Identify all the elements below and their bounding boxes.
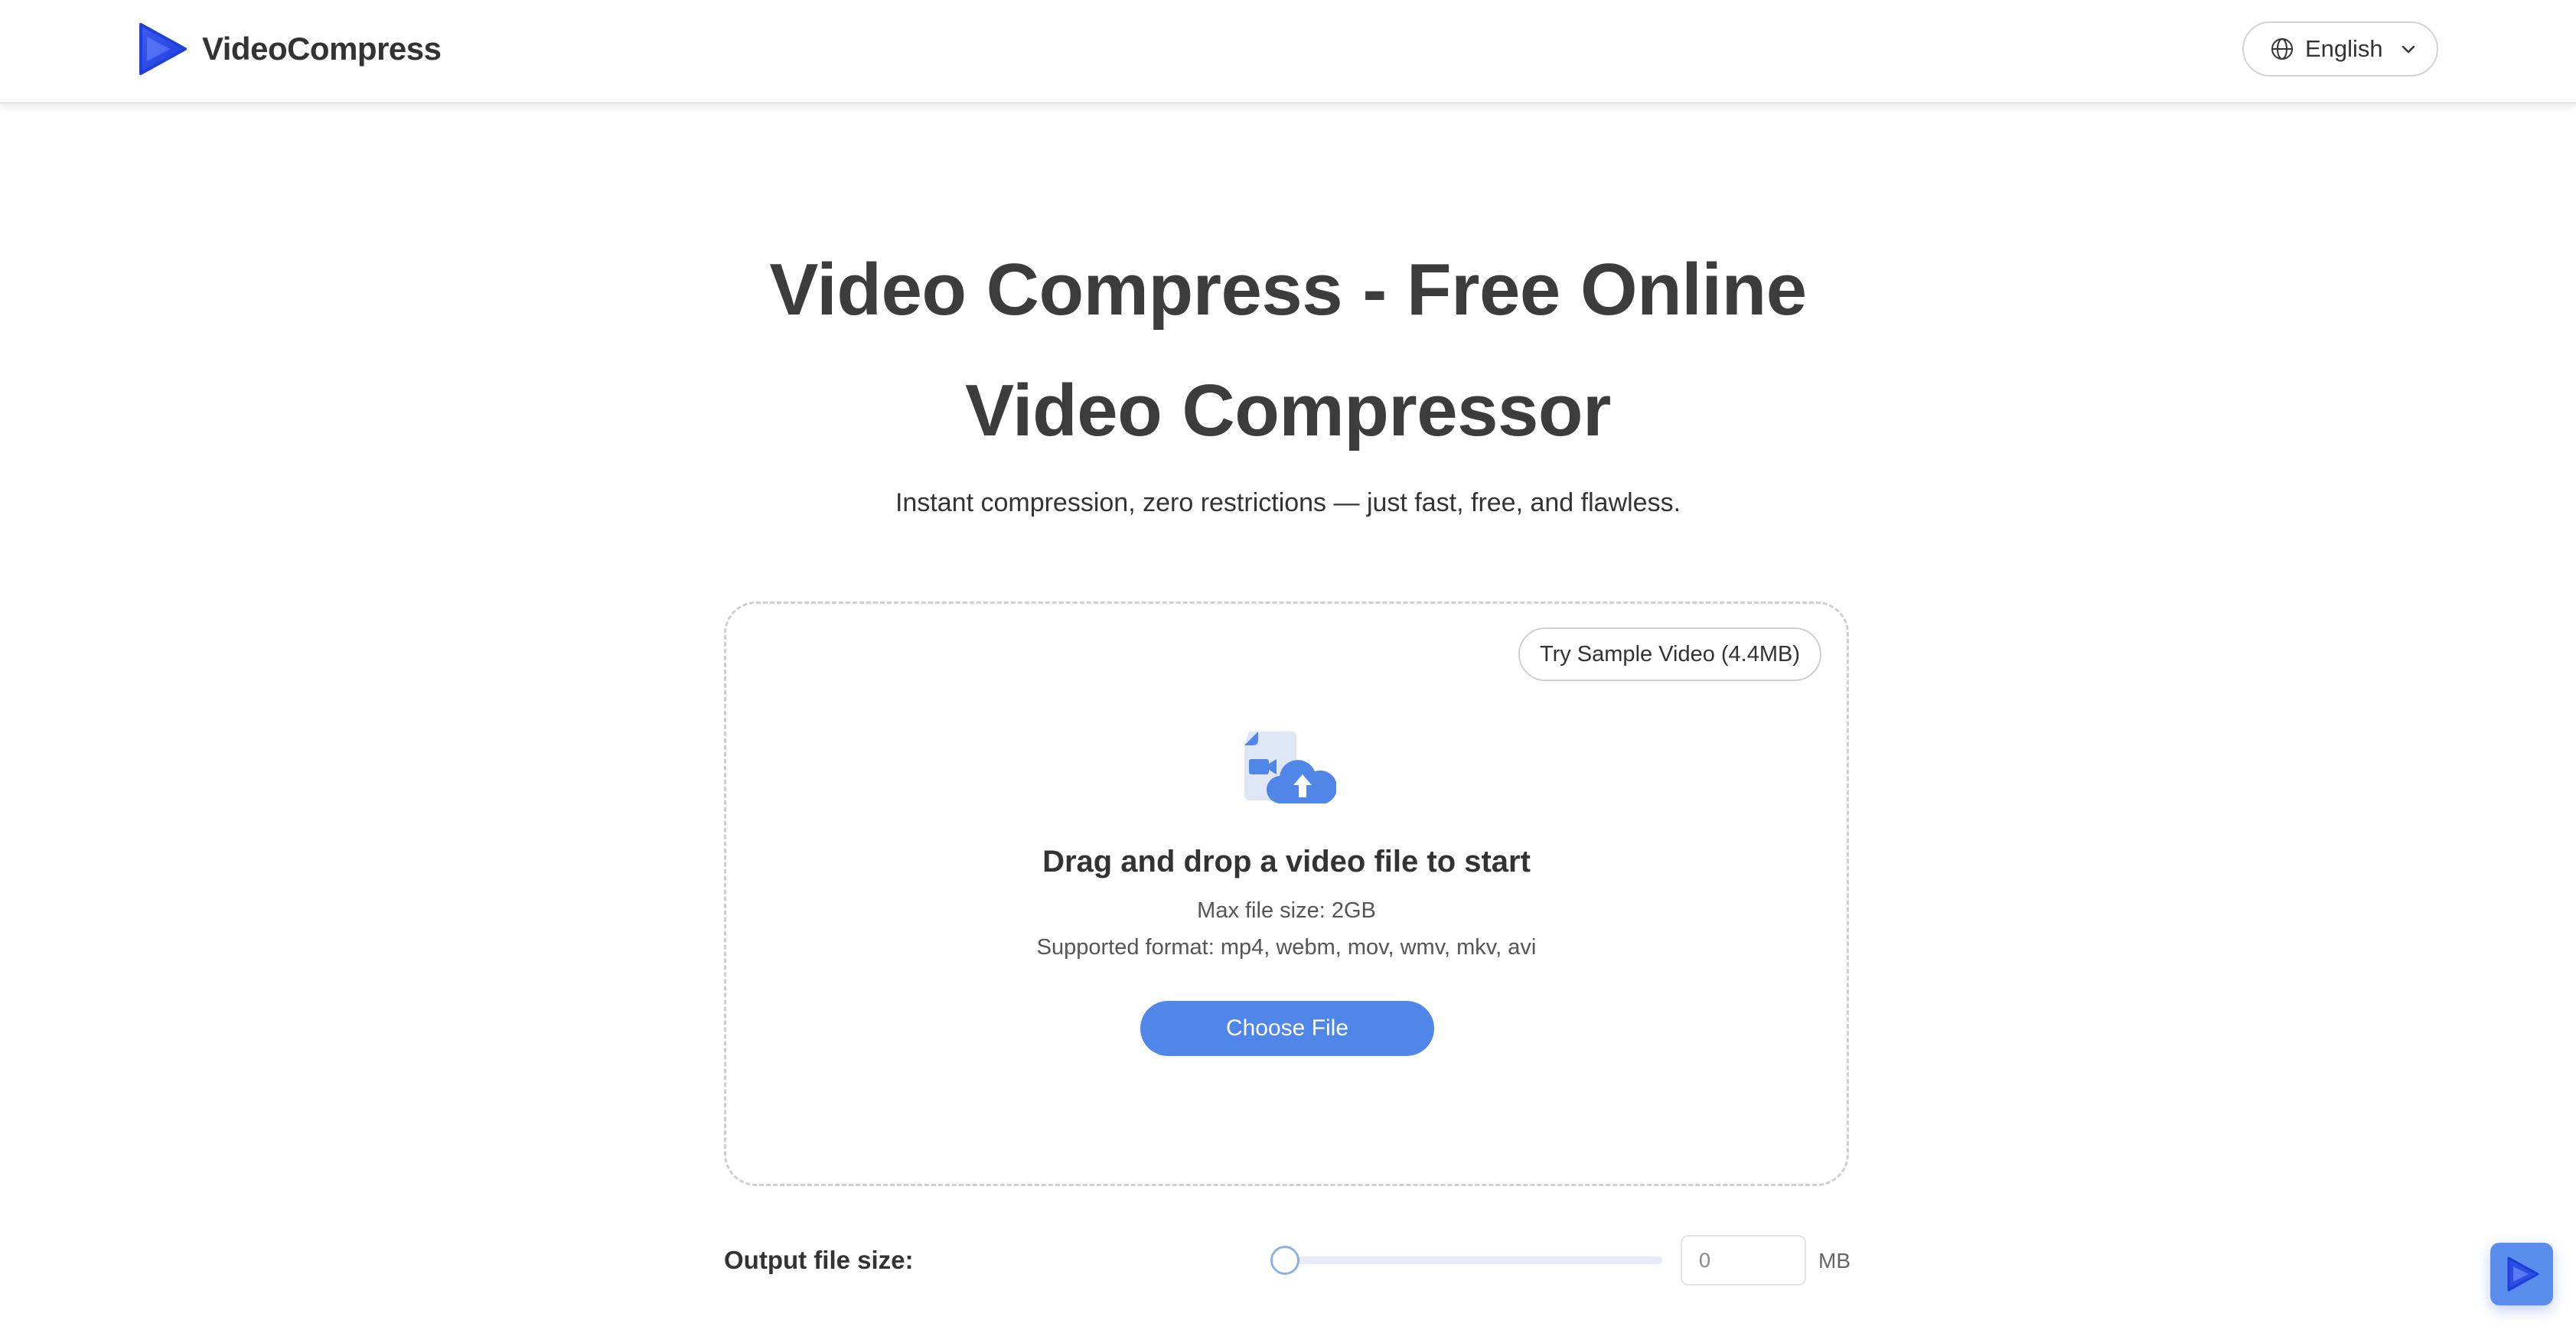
chevron-down-icon bbox=[2402, 45, 2415, 54]
page-title-line-2: Video Compressor bbox=[965, 370, 1611, 451]
language-label: English bbox=[2305, 35, 2383, 62]
try-sample-video-button[interactable]: Try Sample Video (4.4MB) bbox=[1518, 627, 1821, 681]
page-title-line-1: Video Compress - Free Online bbox=[769, 249, 1807, 331]
output-file-size-label: Output file size: bbox=[724, 1246, 914, 1274]
output-size-slider-track[interactable] bbox=[1273, 1256, 1662, 1264]
play-icon bbox=[2507, 1256, 2539, 1292]
brand-name: VideoCompress bbox=[202, 31, 442, 67]
choose-file-button[interactable]: Choose File bbox=[1140, 1001, 1434, 1056]
max-file-size-text: Max file size: 2GB bbox=[1197, 898, 1376, 923]
floating-app-button[interactable] bbox=[2490, 1243, 2553, 1305]
play-logo-icon bbox=[139, 23, 187, 75]
globe-icon bbox=[2271, 38, 2293, 60]
language-selector[interactable]: English bbox=[2242, 21, 2438, 77]
dropzone-title: Drag and drop a video file to start bbox=[1042, 845, 1531, 878]
output-size-unit: MB bbox=[1818, 1249, 1850, 1273]
page-subtitle: Instant compression, zero restrictions —… bbox=[895, 488, 1681, 517]
site-header: VideoCompress English bbox=[0, 0, 2576, 104]
supported-formats-text: Supported format: mp4, webm, mov, wmv, m… bbox=[1036, 935, 1537, 960]
page-title: Video Compress - Free Online Video Compr… bbox=[0, 230, 2576, 471]
output-size-slider-thumb[interactable] bbox=[1270, 1246, 1299, 1275]
video-upload-icon bbox=[1238, 728, 1336, 808]
brand-logo-link[interactable]: VideoCompress bbox=[136, 20, 442, 78]
video-dropzone[interactable] bbox=[724, 601, 1849, 1186]
output-size-input[interactable] bbox=[1681, 1235, 1806, 1286]
